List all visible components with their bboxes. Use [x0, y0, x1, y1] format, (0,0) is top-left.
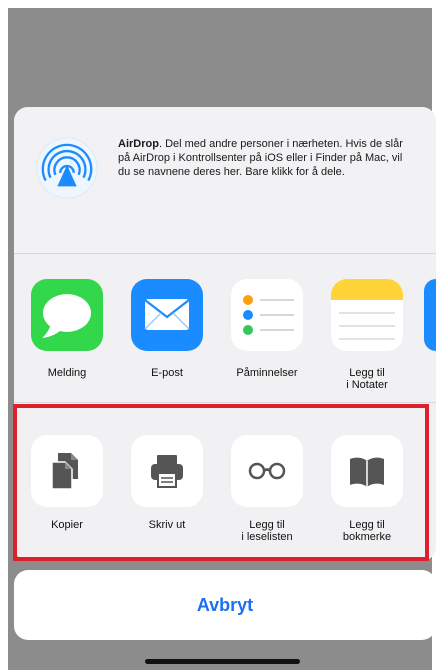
cancel-button[interactable]: Avbryt [14, 570, 436, 640]
copy-action[interactable]: Kopier [22, 435, 112, 531]
cancel-label: Avbryt [196, 594, 254, 615]
airdrop-message: . Del med andre personer i nærheten. Hvi… [118, 138, 403, 178]
add-bookmark-action[interactable]: Legg til bokmerke [322, 435, 412, 543]
messages-icon [31, 279, 103, 351]
bookmark-label: Legg til bokmerke [342, 519, 392, 543]
bookmark-icon [331, 435, 403, 507]
airdrop-title: AirDrop [118, 138, 159, 150]
add-to-reading-list-action[interactable]: Legg til i leselisten [222, 435, 312, 543]
print-label: Skriv ut [148, 519, 186, 531]
left-border [0, 0, 8, 670]
app-share-row: Melding E-post Påminnelser Legg til i No… [14, 254, 436, 403]
share-app-mail[interactable]: E-post [122, 279, 212, 379]
notes-icon [331, 279, 403, 351]
mail-label: E-post [151, 367, 183, 379]
airdrop-section[interactable]: AirDrop. Del med andre personer i nærhet… [14, 107, 436, 254]
notes-label: Legg til i Notater [346, 367, 388, 391]
top-bar [0, 0, 440, 8]
reading-list-icon [231, 435, 303, 507]
reminders-label: Påminnelser [236, 367, 298, 379]
share-sheet: AirDrop. Del med andre personer i nærhet… [14, 107, 436, 561]
reminders-icon [231, 279, 303, 351]
reading-list-label: Legg til i leselisten [241, 519, 293, 543]
home-indicator[interactable] [145, 659, 300, 664]
print-icon [131, 435, 203, 507]
share-app-messages[interactable]: Melding [22, 279, 112, 379]
mail-icon [131, 279, 203, 351]
airdrop-icon [36, 137, 98, 199]
messages-label: Melding [47, 367, 87, 379]
airdrop-description: AirDrop. Del med andre personer i nærhet… [118, 137, 408, 179]
partial-next-app-icon [424, 279, 436, 351]
share-app-notes[interactable]: Legg til i Notater [322, 279, 412, 391]
print-action[interactable]: Skriv ut [122, 435, 212, 531]
action-row: Kopier Skriv ut Legg til i leselisten Le… [14, 404, 436, 561]
copy-icon [31, 435, 103, 507]
copy-label: Kopier [51, 519, 83, 531]
share-app-reminders[interactable]: Påminnelser [222, 279, 312, 379]
